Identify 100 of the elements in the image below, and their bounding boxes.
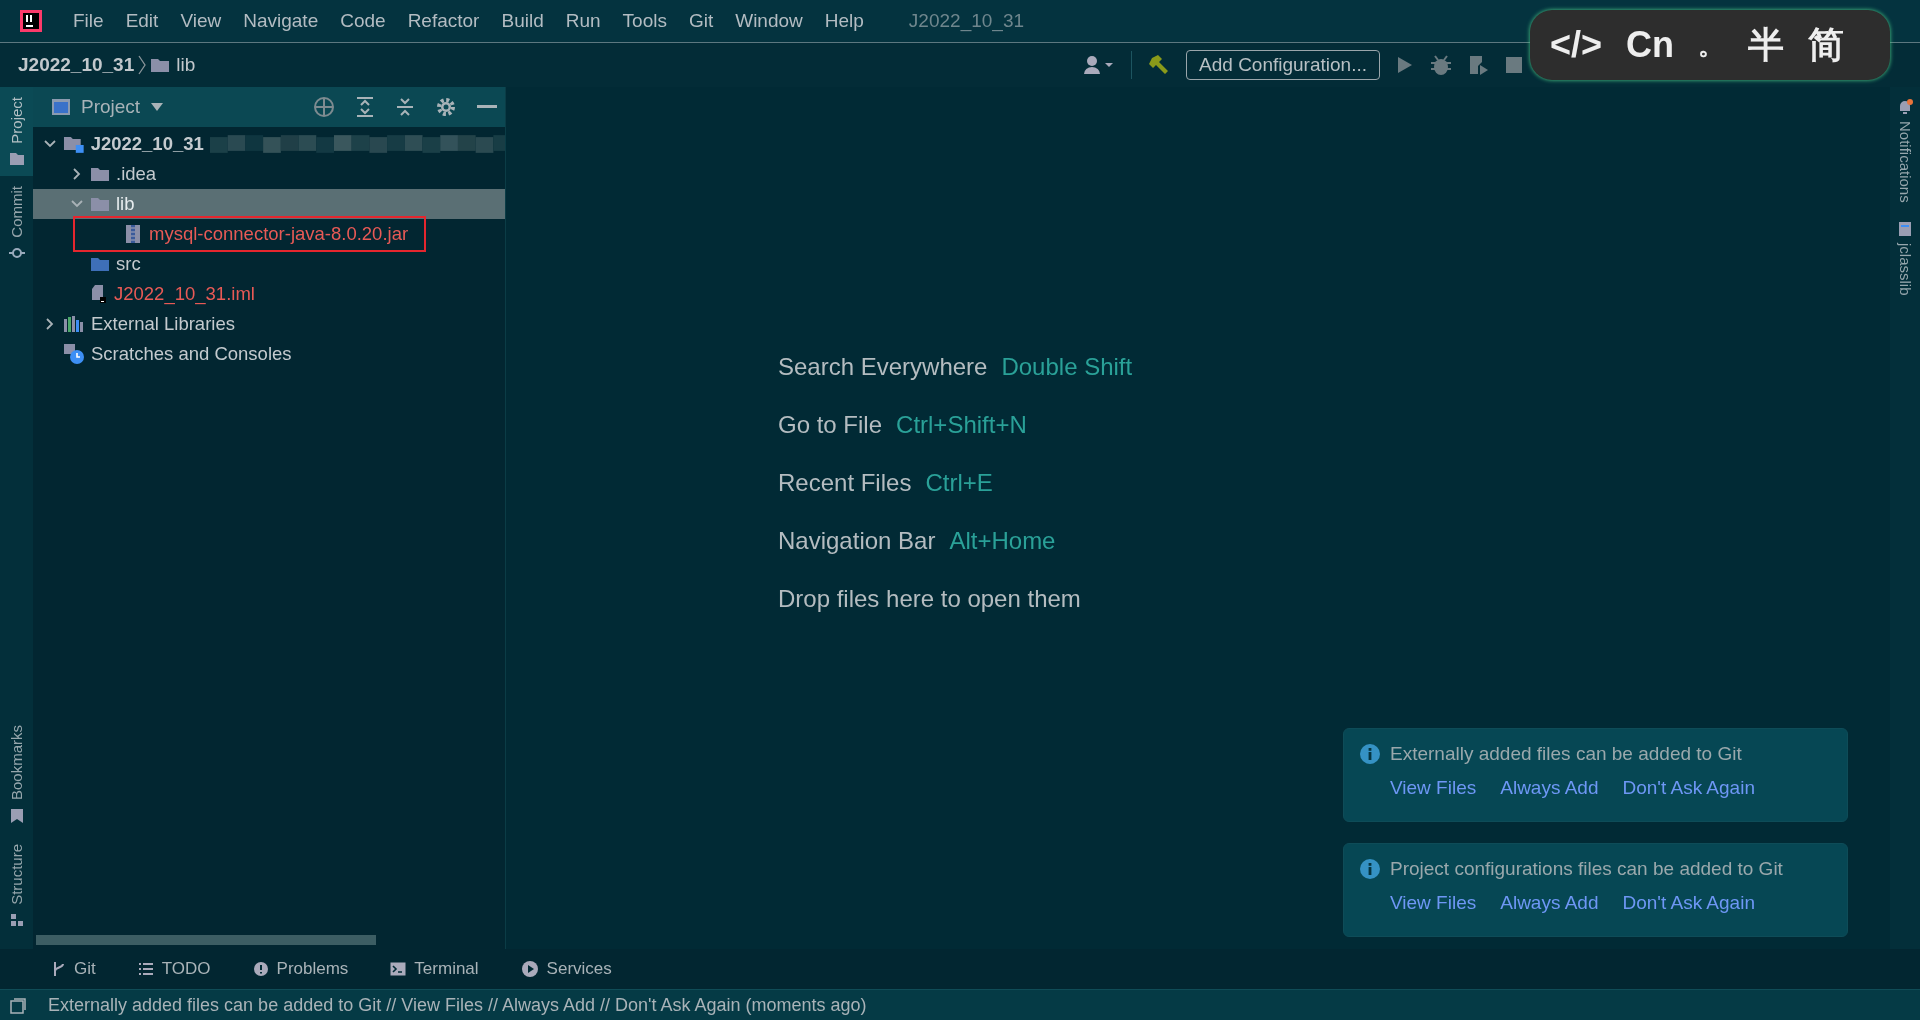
- bug-icon[interactable]: [1430, 54, 1452, 76]
- ime-item[interactable]: 半: [1748, 20, 1785, 70]
- notification-link[interactable]: Don't Ask Again: [1622, 777, 1755, 799]
- branch-icon: [52, 961, 66, 977]
- tree-item-label[interactable]: J2022_10_31.iml: [114, 283, 255, 305]
- tree-row[interactable]: External Libraries: [33, 309, 505, 339]
- folder-icon: [90, 166, 110, 182]
- breadcrumb-item[interactable]: lib: [176, 54, 196, 76]
- breadcrumb-item[interactable]: J2022_10_31: [18, 54, 135, 76]
- scrollbar[interactable]: [36, 935, 376, 945]
- menu-item[interactable]: Run: [554, 10, 612, 32]
- side-tab[interactable]: Structure: [0, 834, 33, 937]
- hint-text: Search Everywhere: [778, 353, 988, 382]
- menu-item[interactable]: View: [169, 10, 233, 32]
- run-icon[interactable]: [1396, 55, 1414, 75]
- hint-text: Go to File: [778, 411, 883, 440]
- dropdown-caret-icon[interactable]: [150, 102, 165, 112]
- alert-icon: [252, 961, 269, 977]
- shortcut-text: Alt+Home: [949, 527, 1056, 556]
- tree-row[interactable]: .idea: [33, 159, 505, 189]
- info-icon: [1360, 744, 1380, 764]
- menu-item[interactable]: Git: [677, 10, 725, 32]
- side-tab[interactable]: Bookmarks: [0, 715, 33, 835]
- tree-row[interactable]: J2022_10_31: [33, 129, 505, 159]
- tree-row[interactable]: Scratches and Consoles: [33, 339, 505, 369]
- ime-item[interactable]: 简: [1808, 20, 1845, 70]
- hint-text: Drop files here to open them: [778, 585, 1081, 614]
- notification-link[interactable]: View Files: [1390, 892, 1477, 914]
- tool-window-tab[interactable]: Problems: [246, 958, 355, 980]
- bookmark-icon: [9, 808, 24, 825]
- panel-window-icon: [51, 98, 71, 116]
- menu-item[interactable]: Tools: [611, 10, 678, 32]
- folder-icon: [90, 196, 110, 212]
- notification-message: Externally added files can be added to Git: [1390, 743, 1742, 765]
- panel-toggle-icon[interactable]: [10, 997, 26, 1014]
- terminal-icon: [390, 962, 407, 976]
- hammer-icon[interactable]: [1148, 54, 1171, 76]
- class-file-icon: [1898, 220, 1912, 237]
- hint-text: Recent Files: [778, 469, 912, 498]
- tree-row[interactable]: mysql-connector-java-8.0.20.jar: [33, 219, 505, 249]
- folder-icon: [150, 57, 171, 73]
- shortcut-text: Ctrl+Shift+N: [896, 411, 1027, 440]
- user-dropdown-icon[interactable]: [1083, 55, 1116, 75]
- hint-text: Navigation Bar: [778, 527, 936, 556]
- menu-item[interactable]: Edit: [114, 10, 170, 32]
- panel-title[interactable]: Project: [81, 96, 141, 118]
- side-tab[interactable]: Notifications: [1896, 99, 1914, 203]
- menu-item[interactable]: Code: [329, 10, 397, 32]
- tree-item-label[interactable]: Scratches and Consoles: [91, 343, 292, 365]
- menu-item[interactable]: Refactor: [396, 10, 491, 32]
- tree-item-label[interactable]: mysql-connector-java-8.0.20.jar: [149, 223, 409, 245]
- tool-window-tab[interactable]: Services: [514, 958, 618, 980]
- tool-window-tab[interactable]: Terminal: [384, 958, 485, 980]
- ime-item[interactable]: </>: [1550, 24, 1603, 66]
- notification-link[interactable]: Always Add: [1500, 892, 1599, 914]
- side-tab[interactable]: jclasslib: [1896, 220, 1914, 296]
- tree-item-label[interactable]: lib: [116, 193, 135, 215]
- menu-item[interactable]: Window: [724, 10, 814, 32]
- shortcut-text: Ctrl+E: [925, 469, 993, 498]
- ime-item[interactable]: Cn: [1626, 24, 1675, 66]
- expand-all-icon[interactable]: [355, 96, 375, 118]
- tree-item-label[interactable]: src: [116, 253, 141, 275]
- side-tab[interactable]: Commit: [0, 175, 33, 272]
- list-icon: [137, 962, 154, 976]
- tool-window-tab[interactable]: TODO: [131, 958, 217, 980]
- library-icon: [63, 315, 85, 333]
- shortcut-text: Double Shift: [1001, 353, 1133, 382]
- tree-row[interactable]: src: [33, 249, 505, 279]
- notification-link[interactable]: View Files: [1390, 777, 1477, 799]
- folder-icon: [8, 151, 25, 166]
- folder-icon: [90, 256, 110, 272]
- project-folder-icon: [63, 135, 85, 153]
- scratch-clock-icon: [63, 343, 85, 365]
- ime-item[interactable]: 。: [1698, 27, 1725, 63]
- minimize-icon[interactable]: [477, 105, 497, 109]
- notification-link[interactable]: Always Add: [1500, 777, 1599, 799]
- add-configuration-button[interactable]: Add Configuration...: [1186, 50, 1380, 80]
- tree-item-label[interactable]: J2022_10_31: [90, 133, 204, 155]
- status-message: Externally added files can be added to Git // View Files // Always Add // Don't Ask Again (moments ago): [48, 995, 867, 1016]
- notification-link[interactable]: Don't Ask Again: [1622, 892, 1755, 914]
- bell-icon: [1897, 99, 1913, 115]
- breadcrumb-separator-icon: [138, 55, 147, 75]
- menu-item[interactable]: Navigate: [232, 10, 330, 32]
- tree-row[interactable]: J2022_10_31.iml: [33, 279, 505, 309]
- structure-icon: [9, 913, 24, 927]
- notification-message: Project configurations files can be added to Git: [1390, 858, 1783, 880]
- selected-tree-row[interactable]: lib: [33, 189, 505, 219]
- locate-icon[interactable]: [313, 96, 335, 118]
- tool-window-tab[interactable]: Git: [46, 958, 102, 980]
- tree-item-label[interactable]: External Libraries: [91, 313, 235, 335]
- settings-icon[interactable]: [435, 96, 457, 118]
- side-tab[interactable]: Project: [0, 87, 33, 176]
- module-file-icon: [90, 284, 108, 304]
- menu-item[interactable]: Build: [490, 10, 555, 32]
- tree-item-label[interactable]: .idea: [116, 163, 157, 185]
- window-title: J2022_10_31: [908, 10, 1025, 32]
- menu-item[interactable]: Help: [813, 10, 875, 32]
- collapse-all-icon[interactable]: [395, 96, 415, 118]
- menu-item[interactable]: File: [62, 10, 115, 32]
- coverage-icon[interactable]: [1468, 54, 1490, 76]
